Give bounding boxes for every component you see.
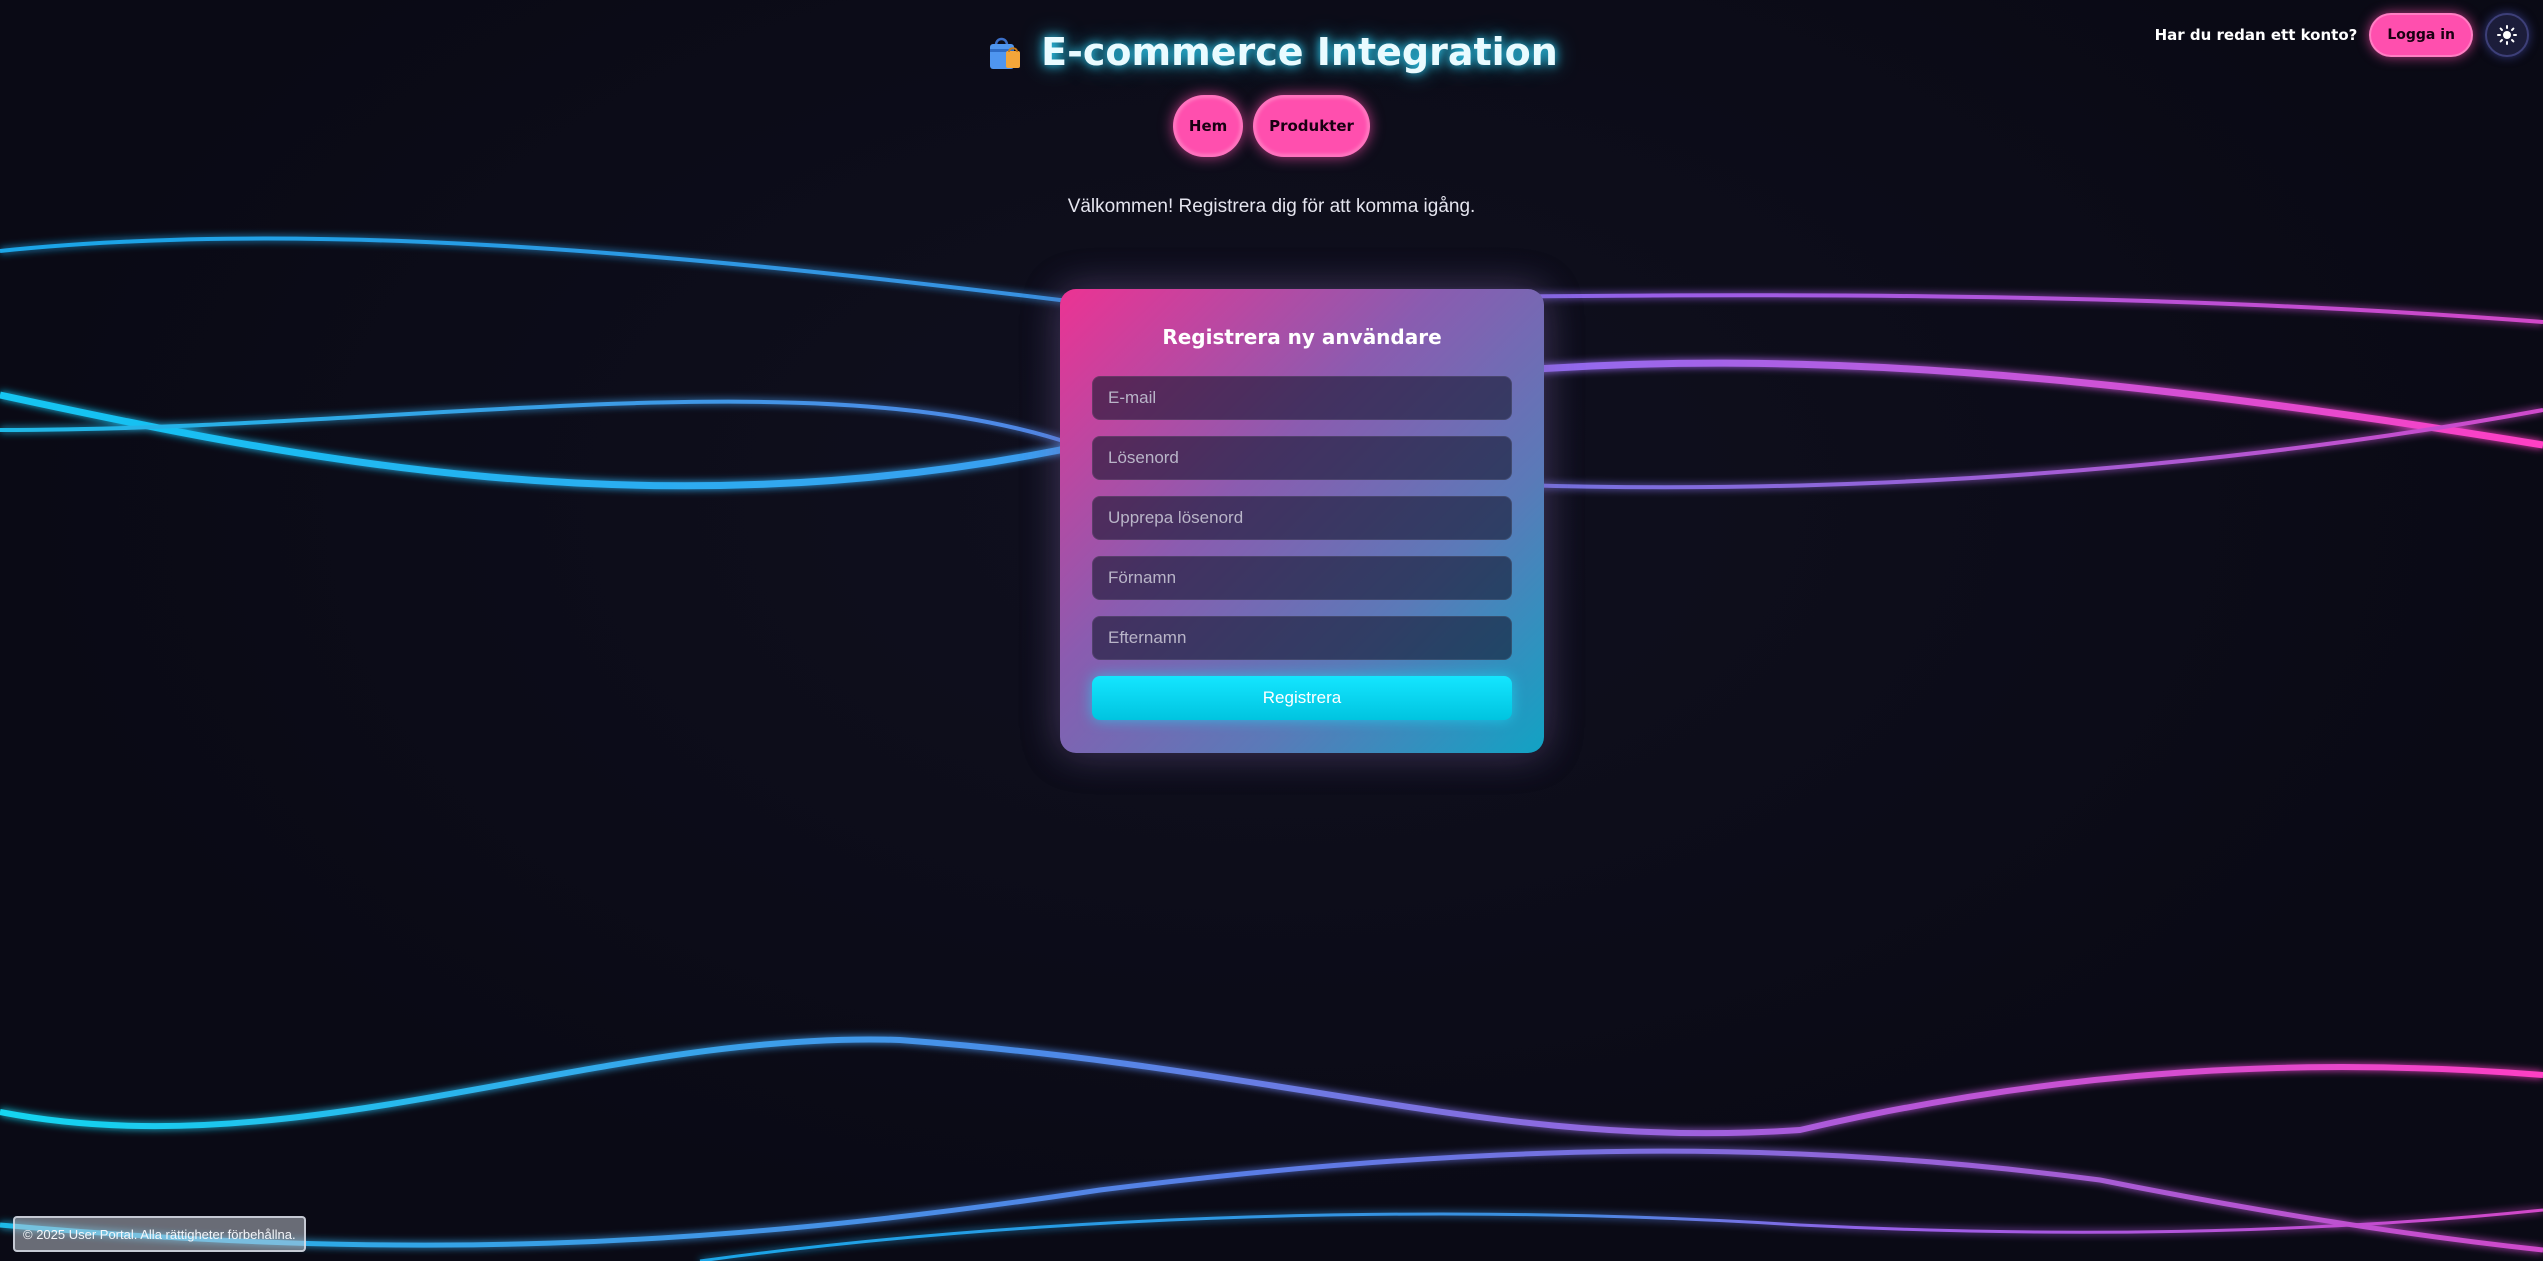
page: Har du redan ett konto? Logga in E-comme… bbox=[0, 0, 2543, 1261]
site-title: E-commerce Integration bbox=[1041, 30, 1558, 74]
registration-card: Registrera ny användare Registrera bbox=[1060, 289, 1544, 753]
password-field[interactable] bbox=[1092, 436, 1512, 480]
email-field[interactable] bbox=[1092, 376, 1512, 420]
wave-line bbox=[0, 1036, 2543, 1137]
wave-line bbox=[699, 1208, 2543, 1261]
site-header: E-commerce Integration bbox=[0, 30, 2543, 75]
last-name-field[interactable] bbox=[1092, 616, 1512, 660]
footer-copyright: © 2025 User Portal. Alla rättigheter för… bbox=[13, 1216, 306, 1252]
nav-products-button[interactable]: Produkter bbox=[1253, 95, 1370, 157]
registration-title: Registrera ny användare bbox=[1162, 325, 1442, 349]
wave-line bbox=[0, 1148, 2543, 1253]
register-button[interactable]: Registrera bbox=[1092, 676, 1512, 720]
nav-home-button[interactable]: Hem bbox=[1173, 95, 1244, 157]
password-repeat-field[interactable] bbox=[1092, 496, 1512, 540]
shopping-bag-icon bbox=[985, 33, 1023, 71]
brand: E-commerce Integration bbox=[985, 30, 1558, 74]
welcome-text: Välkommen! Registrera dig för att komma … bbox=[1067, 196, 1476, 217]
main-nav: Hem Produkter bbox=[0, 95, 2543, 157]
first-name-field[interactable] bbox=[1092, 556, 1512, 600]
